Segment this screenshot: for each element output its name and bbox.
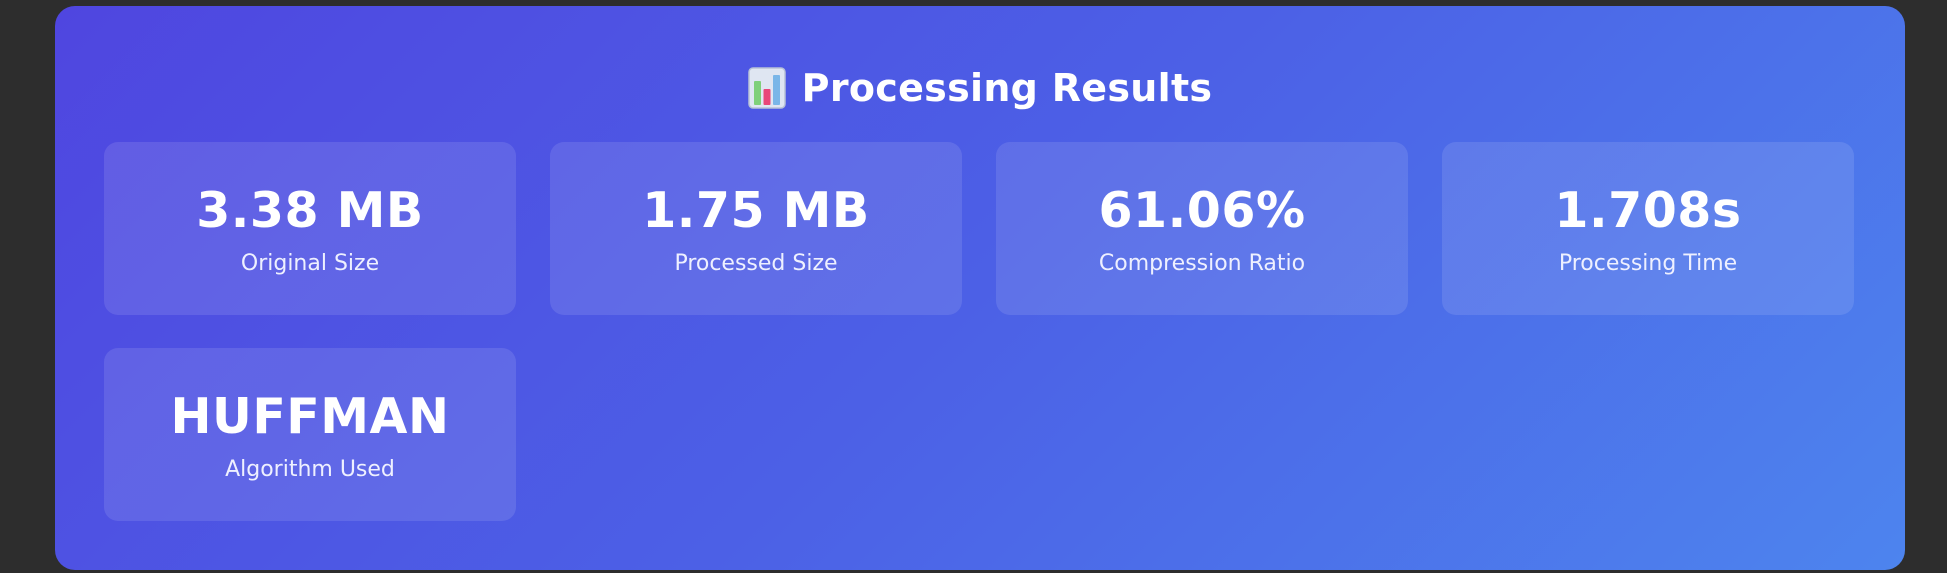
- processing-time-card: 1.708s Processing Time: [1442, 142, 1854, 315]
- page-title: Processing Results: [801, 66, 1213, 110]
- results-grid: 3.38 MB Original Size 1.75 MB Processed …: [104, 142, 1856, 521]
- original-size-card: 3.38 MB Original Size: [104, 142, 516, 315]
- algorithm-card: HUFFMAN Algorithm Used: [104, 348, 516, 521]
- processed-size-label: Processed Size: [674, 251, 838, 276]
- algorithm-value: HUFFMAN: [170, 388, 450, 445]
- original-size-label: Original Size: [240, 251, 380, 276]
- results-header: Processing Results: [55, 58, 1905, 118]
- processing-time-value: 1.708s: [1554, 182, 1742, 239]
- algorithm-label: Algorithm Used: [225, 457, 395, 482]
- bar-chart-icon: [747, 67, 786, 109]
- processing-time-label: Processing Time: [1558, 251, 1738, 276]
- processed-size-value: 1.75 MB: [642, 182, 870, 239]
- compression-ratio-value: 61.06%: [1098, 182, 1306, 239]
- processed-size-card: 1.75 MB Processed Size: [550, 142, 962, 315]
- results-panel: Processing Results 3.38 MB Original Size…: [55, 6, 1905, 570]
- compression-ratio-card: 61.06% Compression Ratio: [996, 142, 1408, 315]
- original-size-value: 3.38 MB: [196, 182, 424, 239]
- compression-ratio-label: Compression Ratio: [1098, 251, 1306, 276]
